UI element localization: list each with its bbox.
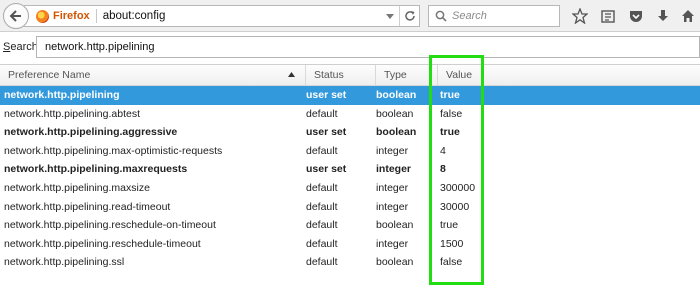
identity-label: Firefox [53,10,90,22]
pref-type-cell: boolean [376,89,417,101]
pref-type-cell: integer [376,237,409,250]
back-arrow-icon [9,10,21,22]
pref-status-cell: default [306,200,338,213]
table-row[interactable]: network.http.pipelining.max-optimistic-r… [0,142,700,161]
reload-icon [404,11,415,21]
pref-name-cell: network.http.pipelining.maxrequests [4,163,188,176]
pref-status-cell: default [306,219,338,232]
table-row[interactable]: network.http.pipelining.maxsize default in… [0,179,700,198]
pref-value-cell: 300000 [440,181,476,194]
firefox-logo-icon [36,9,49,23]
table-row[interactable]: network.http.pipelining.aggressive user s… [0,123,700,142]
url-separator [95,9,97,23]
home-icon [682,10,694,22]
sort-ascending-icon [288,72,295,77]
pref-value-cell: true [440,89,460,101]
back-button[interactable] [3,3,29,29]
table-row[interactable]: network.http.pipelining.abtest default boo… [0,105,700,124]
pref-name-cell: network.http.pipelining.ssl [4,256,125,269]
pref-value-cell: true [440,126,460,139]
column-header-name[interactable]: Preference Name [0,65,306,86]
table-row[interactable]: network.http.pipelining.reschedule-timeo… [0,235,700,254]
pref-name-cell: network.http.pipelining.maxsize [4,181,150,194]
table-row[interactable]: network.http.pipelining.reschedule-on-ti… [0,216,700,235]
pref-status-cell: user set [306,163,347,176]
pref-type-cell: boolean [376,126,417,139]
star-bookmark-button[interactable] [572,8,588,24]
search-placeholder: Search [452,10,487,22]
pref-type-cell: integer [376,144,409,157]
table-row[interactable]: network.http.pipelining.read-timeout defa… [0,198,700,217]
filter-input[interactable] [36,36,700,58]
pref-status-cell: default [306,237,338,250]
pref-name-cell: network.http.pipelining.read-timeout [4,200,171,213]
table-header: Preference Name Status Type Value [0,65,700,86]
table-row[interactable]: network.http.pipelining.ssl default boolea… [0,253,700,272]
bookmarks-list-icon [601,10,615,23]
column-label-name: Preference Name [8,69,91,81]
pref-status-cell: default [306,256,338,269]
pref-status-cell: user set [306,126,347,139]
pocket-button[interactable] [628,8,644,24]
pref-value-cell: 1500 [440,237,464,250]
column-header-value[interactable]: Value [438,65,700,86]
pref-type-cell: integer [376,163,412,176]
pref-name-cell: network.http.pipelining.max-optimistic-r… [4,144,223,157]
column-header-status[interactable]: Status [306,65,376,86]
pref-value-cell: false [440,256,463,269]
pref-status-cell: default [306,144,338,157]
table-row[interactable]: network.http.pipelining user set boolean tr… [0,86,700,105]
pref-name-cell: network.http.pipelining.aggressive [4,126,178,139]
url-bar[interactable]: Firefox about:config [24,5,420,27]
column-label-value: Value [446,69,473,81]
search-bar[interactable]: Search [428,5,560,27]
pref-value-cell: 8 [440,163,446,176]
history-dropmarker-icon[interactable] [383,6,397,26]
pocket-icon [630,11,642,22]
identity-box[interactable]: Firefox [24,6,90,26]
pref-value-cell: false [440,107,463,120]
bookmarks-menu-button[interactable] [600,8,616,24]
pref-type-cell: integer [376,181,409,194]
column-label-status: Status [314,69,344,81]
pref-value-cell: 4 [440,144,446,157]
pref-value-cell: 30000 [440,200,470,213]
preferences-table: Preference Name Status Type Value networ… [0,64,700,306]
pref-name-cell: network.http.pipelining.reschedule-on-ti… [4,219,216,232]
url-text[interactable]: about:config [103,10,166,22]
table-body: network.http.pipelining user set boolean tr… [0,86,700,272]
filter-row: Search: [0,36,700,60]
pref-name-cell: network.http.pipelining.abtest [4,107,141,120]
pref-name-cell: network.http.pipelining.reschedule-timeo… [4,237,201,250]
home-button[interactable] [680,8,696,24]
download-arrow-icon [658,10,668,21]
pref-status-cell: default [306,107,338,120]
table-row[interactable]: network.http.pipelining.maxrequests user … [0,160,700,179]
pref-name-cell: network.http.pipelining [4,89,120,101]
pref-value-cell: true [440,219,459,232]
pref-type-cell: boolean [376,107,414,120]
reload-button[interactable] [399,6,419,26]
pref-status-cell: user set [306,89,347,101]
pref-status-cell: default [306,181,338,194]
pref-type-cell: boolean [376,219,414,232]
search-icon [435,10,447,22]
navigation-toolbar: Firefox about:config Search [0,0,700,32]
downloads-button[interactable] [655,8,671,24]
pref-type-cell: integer [376,200,409,213]
column-header-type[interactable]: Type [376,65,438,86]
star-icon [572,8,588,24]
column-label-type: Type [384,69,407,81]
pref-type-cell: boolean [376,256,414,269]
